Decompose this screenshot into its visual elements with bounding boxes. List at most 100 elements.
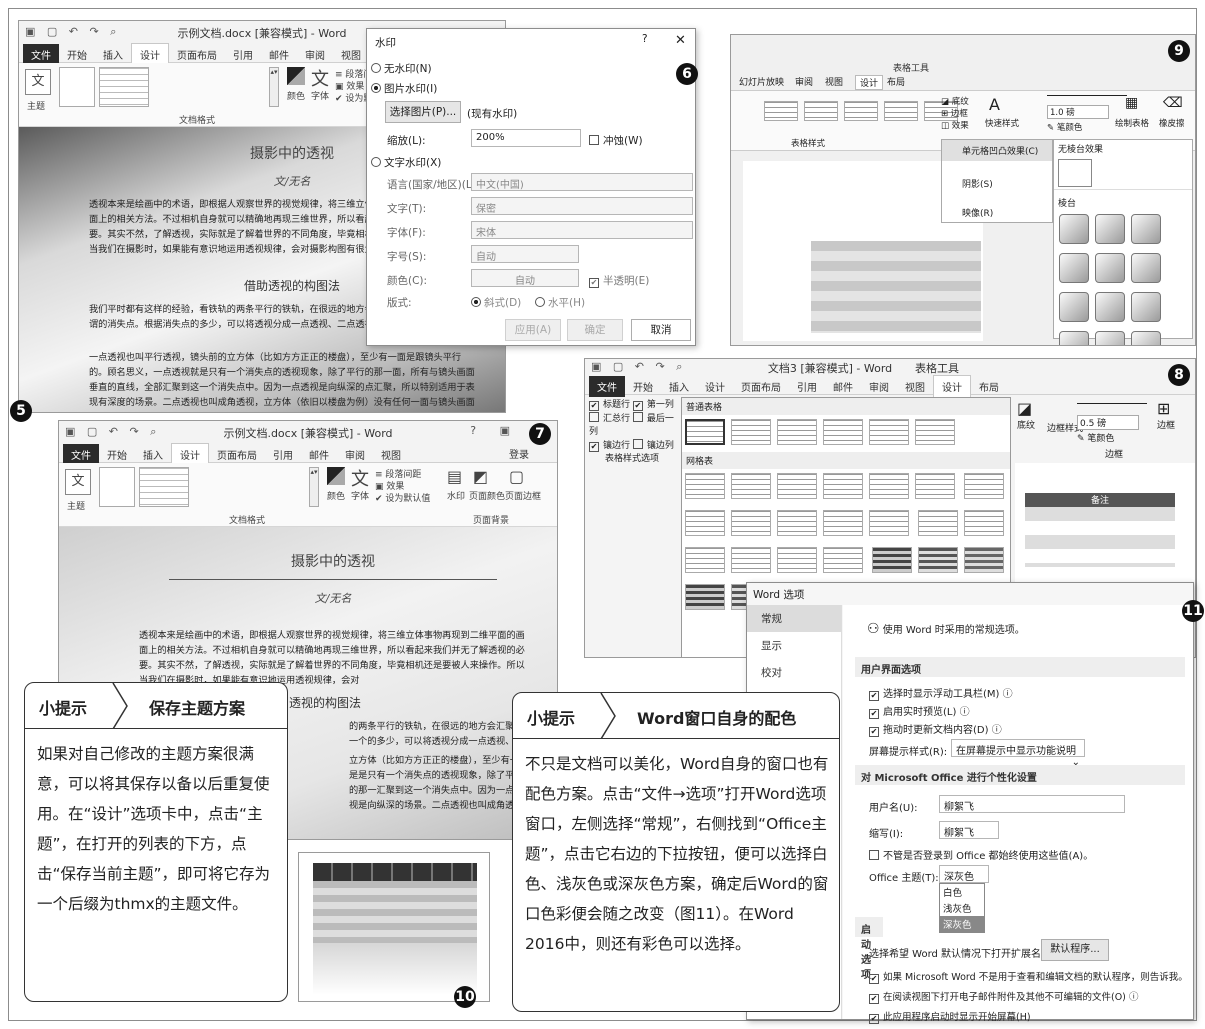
tab-insert[interactable]: 插入 — [95, 44, 131, 65]
default-programs-button[interactable]: 默认程序... — [1041, 939, 1109, 961]
radio-picture-watermark[interactable]: 图片水印(I) — [371, 81, 437, 96]
table-style-thumb[interactable] — [963, 510, 1004, 536]
quick-styles-icon[interactable]: A — [989, 95, 1000, 114]
nav-general[interactable]: 常规 — [747, 605, 841, 632]
tab-review[interactable]: 审阅 — [861, 376, 897, 397]
no-bevel-option[interactable] — [1058, 159, 1092, 187]
table-style-thumb[interactable] — [731, 547, 771, 573]
theme-option-dark-gray[interactable]: 深灰色 — [940, 916, 984, 932]
table-style-thumb[interactable] — [884, 101, 918, 121]
gallery-scroll[interactable]: ▴▾ — [269, 67, 279, 107]
bevel-option[interactable] — [1059, 292, 1089, 322]
bevel-option[interactable] — [1059, 253, 1089, 283]
table-style-thumb[interactable] — [823, 473, 863, 499]
tab-review[interactable]: 审阅 — [795, 75, 813, 88]
mini-toolbar-checkbox[interactable]: ✔ 选择时显示浮动工具栏(M) ⓘ — [869, 685, 1013, 701]
table-style-thumb[interactable] — [777, 510, 817, 536]
table-style-thumb[interactable] — [823, 419, 863, 445]
fonts-label[interactable]: 字体 — [311, 89, 329, 102]
eraser-label[interactable]: 橡皮擦 — [1159, 117, 1185, 129]
tab-references[interactable]: 引用 — [789, 376, 825, 397]
theme-icon[interactable]: 文 — [65, 469, 91, 495]
default-program-checkbox[interactable]: ✔ 如果 Microsoft Word 不是用于查看和编辑文档的默认程序，则告诉我… — [869, 969, 1188, 984]
tab-review[interactable]: 审阅 — [337, 444, 373, 465]
radio-horizontal[interactable]: 水平(H) — [535, 295, 585, 310]
total-row-checkbox[interactable] — [589, 412, 599, 422]
page-border-label[interactable]: 页面边框 — [505, 489, 541, 502]
tab-mailings[interactable]: 邮件 — [301, 444, 337, 465]
tab-design[interactable]: 设计 — [171, 443, 209, 465]
table-style-thumb[interactable] — [731, 419, 771, 445]
always-use-checkbox[interactable]: 不管是否登录到 Office 都始终使用这些值(A)。 — [869, 847, 1093, 862]
draw-table-label[interactable]: 绘制表格 — [1115, 117, 1149, 129]
washout-checkbox[interactable]: 冲蚀(W) — [589, 133, 643, 148]
ok-button[interactable]: 确定 — [567, 319, 623, 341]
table-style-thumb[interactable] — [917, 547, 958, 573]
quick-styles-label[interactable]: 快速样式 — [985, 117, 1019, 129]
page-border-icon[interactable]: ▢ — [509, 467, 524, 486]
table-style-thumb[interactable] — [804, 101, 838, 121]
page-color-icon[interactable]: ◩ — [473, 467, 488, 486]
tab-table-layout[interactable]: 布局 — [971, 376, 1007, 397]
tab-table-design[interactable]: 设计 — [933, 375, 971, 397]
apply-button[interactable]: 应用(A) — [505, 319, 561, 341]
watermark-label[interactable]: 水印 — [447, 489, 465, 502]
table-style-thumb[interactable] — [777, 419, 817, 445]
header-row-checkbox[interactable]: ✔ — [589, 401, 599, 411]
tab-design[interactable]: 设计 — [855, 75, 884, 90]
update-drag-checkbox[interactable]: ✔ 拖动时更新文档内容(D) ⓘ — [869, 721, 1002, 737]
border-button[interactable]: ⊞ 边框 — [941, 107, 968, 119]
login-link[interactable]: 登录 — [501, 443, 537, 464]
draw-table-icon[interactable]: ▦ — [1125, 95, 1138, 111]
font-select[interactable]: 宋体 — [471, 221, 693, 239]
cancel-button[interactable]: 取消 — [631, 319, 691, 341]
pen-style-line[interactable] — [1047, 95, 1127, 96]
menu-shadow[interactable]: 阴影(S) — [942, 161, 1052, 194]
style-thumb-1[interactable] — [99, 467, 135, 507]
bevel-option[interactable] — [1131, 292, 1161, 322]
colors-icon[interactable] — [327, 467, 345, 485]
table-style-thumb[interactable] — [685, 584, 725, 610]
watermark-icon[interactable]: ▤ — [447, 467, 462, 486]
table-style-thumb[interactable] — [731, 473, 771, 499]
bevel-option[interactable] — [1131, 331, 1161, 345]
last-column-checkbox[interactable] — [632, 412, 643, 422]
tab-view[interactable]: 视图 — [825, 75, 843, 88]
start-screen-checkbox[interactable]: ✔ 此应用程序启动时显示开始屏幕(H) — [869, 1009, 1031, 1024]
nav-display[interactable]: 显示 — [747, 632, 841, 659]
fonts-label[interactable]: 字体 — [351, 489, 369, 502]
username-field[interactable]: 柳絮飞 — [939, 795, 1125, 813]
theme-option-light-gray[interactable]: 浅灰色 — [940, 900, 984, 916]
theme-button-label[interactable]: 主题 — [67, 499, 85, 512]
choose-picture-button[interactable]: 选择图片(P)... — [385, 101, 461, 123]
theme-icon[interactable]: 文 — [25, 69, 51, 95]
tab-mailings[interactable]: 邮件 — [261, 44, 297, 65]
tab-layout[interactable]: 页面布局 — [733, 376, 789, 397]
effects-button[interactable]: ◫ 效果 — [941, 119, 969, 131]
tab-view[interactable]: 视图 — [373, 444, 409, 465]
fonts-icon[interactable]: 文 — [351, 465, 369, 491]
table-style-thumb[interactable] — [869, 510, 909, 536]
menu-reflection[interactable]: 映像(R) — [942, 194, 1052, 223]
tab-view[interactable]: 视图 — [333, 44, 369, 65]
table-style-thumb[interactable] — [963, 547, 1004, 573]
tab-layout[interactable]: 页面布局 — [209, 444, 265, 465]
set-default[interactable]: ✔ 设为默认值 — [375, 491, 430, 504]
tab-insert[interactable]: 插入 — [661, 376, 697, 397]
table-style-thumb[interactable] — [869, 473, 909, 499]
tab-design[interactable]: 设计 — [697, 376, 733, 397]
tab-mailings[interactable]: 邮件 — [825, 376, 861, 397]
theme-option-white[interactable]: 白色 — [940, 884, 984, 900]
table-style-thumb[interactable] — [915, 419, 955, 445]
bevel-option[interactable] — [1131, 214, 1161, 244]
shading-button[interactable]: ◪ 底纹 — [1017, 399, 1035, 431]
screentip-select[interactable]: 在屏幕提示中显示功能说明 ⌄ — [951, 739, 1085, 768]
first-column-checkbox[interactable]: ✔ — [632, 401, 643, 411]
table-style-thumb[interactable] — [685, 547, 725, 573]
banded-columns-checkbox[interactable] — [632, 439, 643, 449]
pen-color-button[interactable]: ✎ 笔颜色 — [1047, 121, 1082, 133]
table-style-thumb[interactable] — [963, 473, 1004, 499]
table-style-thumb[interactable] — [823, 547, 863, 573]
bevel-option[interactable] — [1131, 253, 1161, 283]
radio-diagonal[interactable]: 斜式(D) — [471, 295, 521, 310]
